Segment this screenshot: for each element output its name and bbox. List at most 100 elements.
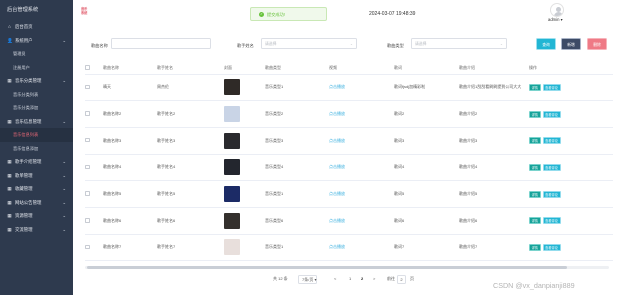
- scrollbar-thumb[interactable]: [87, 266, 567, 269]
- row-checkbox[interactable]: [85, 218, 90, 223]
- query-button[interactable]: 查询: [536, 38, 556, 50]
- select-all-checkbox[interactable]: [85, 65, 90, 70]
- row-checkbox[interactable]: [85, 137, 90, 143]
- play-video-link[interactable]: 点击播放: [329, 138, 345, 143]
- detail-button[interactable]: 详情: [529, 137, 541, 145]
- intro-cell: 歌曲介绍6: [459, 207, 529, 235]
- table-row[interactable]: 歌曲名称3 歌手姓名3 音乐类型3 点击播放 歌词3 歌曲介绍3 详情 查看评论: [85, 127, 613, 155]
- type-cell: 音乐类型1: [265, 180, 329, 208]
- sidebar-subitem[interactable]: 注册用户: [0, 61, 73, 75]
- sidebar-item[interactable]: ▦ 歌手介绍管理 ⌄: [0, 155, 73, 169]
- detail-button[interactable]: 详情: [529, 217, 541, 225]
- cover-image: [224, 186, 240, 203]
- view-comments-button[interactable]: 查看评论: [542, 243, 561, 251]
- detail-button[interactable]: 详情: [529, 190, 541, 198]
- play-video-link[interactable]: 点击播放: [329, 164, 345, 169]
- user-menu-toggle[interactable]: admin ▾: [548, 17, 563, 22]
- sidebar: 后台管理系统 ⌂ 后台首页 👤 系统用户 ⌄ 管理员 注册用户 ▦ 音乐分类管理 ⌄ 音乐分类列表音…: [0, 0, 73, 295]
- sidebar-subitem[interactable]: 音乐信息添加: [0, 142, 73, 156]
- sidebar-menu: ⌂ 后台首页 👤 系统用户 ⌄ 管理员 注册用户 ▦ 音乐分类管理 ⌄ 音乐分类列表 音乐分类添加 ▦ 音…: [0, 20, 73, 236]
- cover-cell: [224, 74, 265, 102]
- table-row[interactable]: 歌曲名称5 歌手姓名5 音乐类型1 点击播放 歌词5 歌曲介绍5 详情 查看评论: [85, 180, 613, 208]
- singer-cell: 周杰伦: [157, 74, 224, 102]
- table-row[interactable]: 歌曲名称6 歌手姓名6 音乐类型6 点击播放 歌词6 歌曲介绍6 详情 查看评论: [85, 207, 613, 235]
- row-checkbox[interactable]: [85, 191, 90, 196]
- song-name-input[interactable]: [111, 38, 211, 49]
- song-name-cell: 歌曲名称2: [103, 100, 157, 128]
- actions-cell: 详情 查看评论: [529, 100, 613, 128]
- cover-cell: [224, 127, 265, 155]
- cover-cell: [224, 234, 265, 262]
- delete-button[interactable]: 删除: [587, 38, 607, 50]
- grid-icon: ▦: [7, 213, 12, 218]
- sidebar-item[interactable]: ▦ 交流管理 ⌄: [0, 223, 73, 237]
- pager-page-1[interactable]: 1: [349, 273, 351, 285]
- intro-cell: 歌曲介绍2: [459, 100, 529, 128]
- sidebar-item-label: 音乐分类管理: [15, 78, 42, 83]
- row-checkbox[interactable]: [85, 111, 90, 116]
- sidebar-item[interactable]: ⌂ 后台首页: [0, 20, 73, 34]
- chevron-down-icon: ⌄: [349, 42, 353, 46]
- view-comments-button[interactable]: 查看评论: [542, 110, 561, 118]
- sidebar-item-label: 歌手介绍管理: [15, 159, 42, 164]
- singer-select[interactable]: 请选择 ⌄: [261, 38, 357, 49]
- video-cell: 点击播放: [329, 207, 394, 235]
- view-comments-button[interactable]: 查看评论: [542, 217, 561, 225]
- sidebar-item[interactable]: 👤 系统用户 ⌄: [0, 34, 73, 48]
- sidebar-subitem[interactable]: 音乐信息列表: [0, 128, 73, 142]
- grid-icon: ▦: [7, 78, 12, 83]
- play-video-link[interactable]: 点击播放: [329, 218, 345, 223]
- avatar[interactable]: [550, 3, 564, 17]
- lyrics-cell: 歌词fjsdj加精彩啦: [394, 74, 459, 102]
- detail-button[interactable]: 详情: [529, 83, 541, 91]
- table-row[interactable]: 歌曲名称2 歌手姓名2 音乐类型2 点击播放 歌词2 歌曲介绍2 详情 查看评论: [85, 100, 613, 128]
- table-row[interactable]: 歌曲名称7 歌手姓名7 音乐类型1 点击播放 歌词7 歌曲介绍7 详情 查看评论: [85, 234, 613, 262]
- row-checkbox[interactable]: [85, 244, 90, 250]
- play-video-link[interactable]: 点击播放: [329, 111, 345, 116]
- lyrics-cell: 歌词2: [394, 100, 459, 128]
- song-name-cell: 晴天: [103, 74, 157, 102]
- table-row[interactable]: 晴天 周杰伦 音乐类型1 点击播放 歌词fjsdj加精彩啦 歌曲介绍1刮刮看刷刷提到公司大…: [85, 74, 613, 102]
- grid-icon: ▦: [7, 199, 12, 205]
- pager-next-button[interactable]: >: [373, 273, 375, 285]
- goto-page-input[interactable]: 2: [397, 274, 406, 284]
- row-checkbox[interactable]: [85, 84, 90, 90]
- column-header: 歌词: [394, 62, 459, 75]
- sidebar-item[interactable]: ▦ 音乐信息管理 ⌄: [0, 115, 73, 129]
- sidebar-item[interactable]: ▦ 收藏管理 ⌄: [0, 182, 73, 196]
- actions-cell: 详情 查看评论: [529, 154, 613, 182]
- horizontal-scrollbar[interactable]: [85, 266, 609, 269]
- row-select-cell: [85, 180, 103, 208]
- detail-button[interactable]: 详情: [529, 163, 541, 171]
- lyrics-cell: 歌词4: [394, 154, 459, 182]
- view-comments-button[interactable]: 查看评论: [542, 137, 561, 145]
- video-cell: 点击播放: [329, 100, 394, 128]
- table-row[interactable]: 歌曲名称4 歌手姓名4 音乐类型4 点击播放 歌词4 歌曲介绍4 详情 查看评论: [85, 154, 613, 182]
- sidebar-subitem[interactable]: 管理员: [0, 47, 73, 61]
- type-cell: 音乐类型6: [265, 207, 329, 235]
- lyrics-cell: 歌词3: [394, 127, 459, 155]
- row-select-cell: [85, 207, 103, 235]
- pager-page-2[interactable]: 2: [361, 273, 363, 285]
- play-video-link[interactable]: 点击播放: [329, 191, 345, 196]
- sidebar-subitem[interactable]: 音乐分类列表: [0, 88, 73, 102]
- detail-button[interactable]: 详情: [529, 243, 541, 251]
- page-size-select[interactable]: 7条/页 ▾: [298, 274, 317, 284]
- sidebar-subitem[interactable]: 音乐分类添加: [0, 101, 73, 115]
- add-button[interactable]: 新增: [561, 38, 581, 50]
- view-comments-button[interactable]: 查看评论: [542, 163, 561, 171]
- play-video-link[interactable]: 点击播放: [329, 244, 345, 249]
- row-checkbox[interactable]: [85, 164, 90, 170]
- sidebar-item[interactable]: ▦ 歌单管理 ⌄: [0, 169, 73, 183]
- lyrics-cell: 歌词7: [394, 234, 459, 262]
- detail-button[interactable]: 详情: [529, 110, 541, 118]
- sidebar-item[interactable]: ▦ 音乐分类管理 ⌄: [0, 74, 73, 88]
- view-comments-button[interactable]: 查看评论: [542, 83, 561, 91]
- sidebar-item[interactable]: ▦ 网站公告管理 ⌄: [0, 196, 73, 210]
- play-video-link[interactable]: 点击播放: [329, 84, 345, 89]
- sidebar-item[interactable]: ▦ 资源管理 ⌄: [0, 209, 73, 223]
- view-comments-button[interactable]: 查看评论: [542, 190, 561, 198]
- song-name-cell: 歌曲名称6: [103, 207, 157, 235]
- pager-prev-button[interactable]: <: [334, 273, 336, 285]
- type-select[interactable]: 请选择 ⌄: [411, 38, 507, 49]
